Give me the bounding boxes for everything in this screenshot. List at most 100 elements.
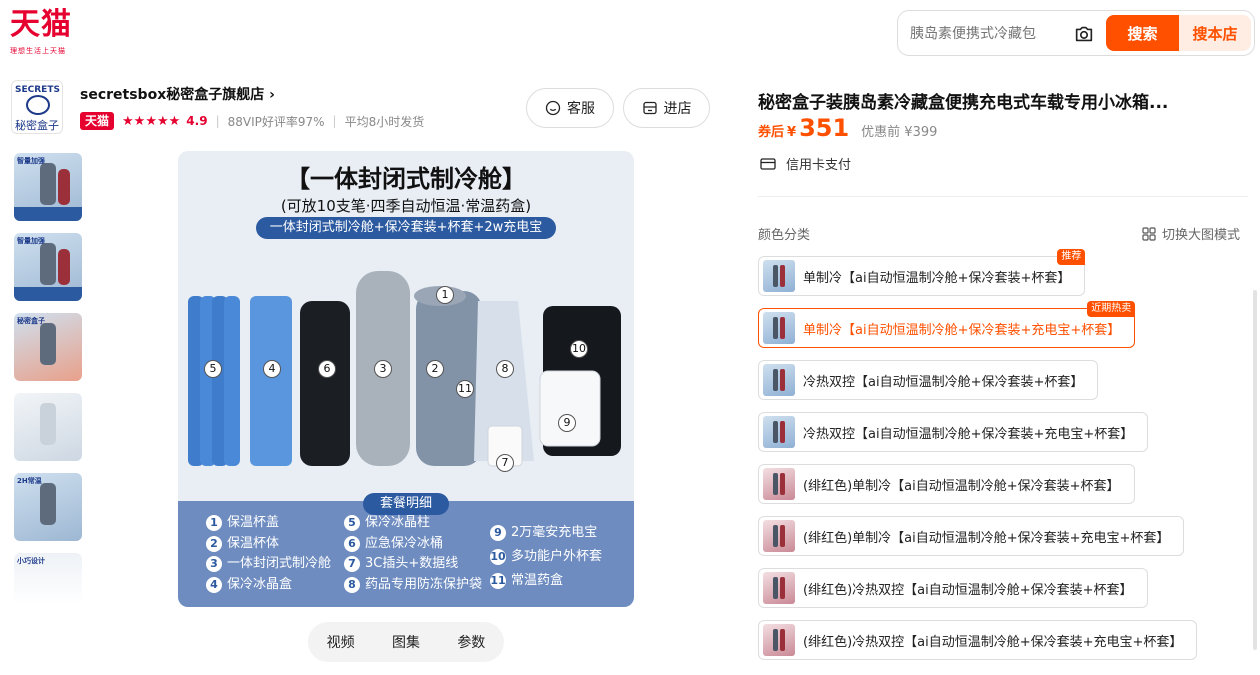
vip-rating: 88VIP好评率97% [227, 114, 325, 129]
list-item: 6 应急保冷冰桶 [344, 534, 482, 555]
product-number: 9 [558, 414, 576, 432]
list-item-number: 10 [490, 549, 506, 565]
product-number: 1 [436, 286, 454, 304]
enter-store-label: 进店 [663, 101, 692, 117]
sku-thumbnail [763, 416, 795, 448]
search-bar: 搜索 搜本店 [897, 10, 1255, 56]
product-number: 7 [496, 454, 514, 472]
payment-method: 信用卡支付 [760, 154, 851, 173]
package-details-title: 套餐明细 [363, 493, 449, 515]
product-number: 6 [318, 360, 336, 378]
thumbnail-band [14, 287, 82, 301]
main-product-image[interactable]: 【一体封闭式制冷舱】 (可放10支笔·四季自动恒温·常温药盒) 一体封闭式制冷舱… [178, 151, 634, 607]
list-item-number: 5 [344, 515, 360, 531]
list-item: 1 保温杯盖 [206, 513, 331, 534]
tmall-logo[interactable]: 天猫 理想生活上天猫 [10, 8, 80, 58]
search-button[interactable]: 搜索 [1106, 15, 1179, 51]
ice-box [250, 296, 292, 466]
thumbnail-6[interactable]: 小巧设计 [14, 553, 82, 605]
sku-thumbnail [763, 520, 795, 552]
list-item-number: 4 [206, 576, 222, 593]
list-item-number: 1 [206, 515, 222, 531]
product-number: 4 [263, 360, 281, 378]
list-item: 4 保冷冰晶盒 [206, 575, 331, 596]
list-item: 3 一体封闭式制冷舱 [206, 554, 331, 575]
store-logo-text-bottom: 秘密盒子 [15, 119, 59, 132]
list-item: 7 3C插头+数据线 [344, 554, 482, 575]
product-title: 秘密盒子装胰岛素冷藏盒便携充电式车载专用小冰箱... [758, 93, 1169, 113]
product-number: 10 [570, 340, 588, 358]
list-item-text: 一体封闭式制冷舱 [227, 556, 332, 571]
list-item-number: 6 [344, 535, 360, 552]
search-input[interactable] [910, 21, 1070, 47]
image-title: 【一体封闭式制冷舱】 [286, 165, 526, 193]
thumbnail-2[interactable]: 智量加强 [14, 233, 82, 301]
sku-tag: 近期热卖 [1087, 301, 1136, 317]
list-item: 2 保温杯体 [206, 534, 331, 555]
scrollbar[interactable] [1253, 290, 1257, 650]
payment-label: 信用卡支付 [786, 158, 852, 173]
product-number: 11 [456, 380, 474, 398]
thumbnail-4[interactable] [14, 393, 82, 461]
thumbnail-3[interactable]: 秘密盒子 [14, 313, 82, 381]
sku-option-4[interactable]: 冷热双控【ai自动恒温制冷舱+保冷套装+充电宝+杯套】 [758, 412, 1149, 452]
sku-option-5[interactable]: (绯红色)单制冷【ai自动恒温制冷舱+保冷套装+杯套】 [758, 464, 1135, 504]
sku-option-7[interactable]: (绯红色)冷热双控【ai自动恒温制冷舱+保冷套装+杯套】 [758, 568, 1148, 608]
image-subtitle: (可放10支笔·四季自动恒温·常温药盒) [280, 197, 532, 215]
search-store-button[interactable]: 搜本店 [1179, 15, 1251, 51]
product-number: 3 [374, 360, 392, 378]
product-number: 8 [496, 360, 514, 378]
list-item-text: 保冷冰晶柱 [365, 515, 431, 530]
thumbnail-product [58, 169, 70, 205]
thumbnail-1[interactable]: 智量加强 [14, 153, 82, 221]
sku-option-1[interactable]: 单制冷【ai自动恒温制冷舱+保冷套装+杯套】 推荐 [758, 249, 1086, 296]
price-symbol: ¥ [787, 125, 797, 140]
sku-label: (绯红色)单制冷【ai自动恒温制冷舱+保冷套装+充电宝+杯套】 [803, 530, 1170, 546]
media-tabs: 视频 图集 参数 [308, 622, 504, 662]
price-value: 351 [799, 114, 850, 142]
sku-thumbnail [763, 364, 795, 396]
cooling-cabin [416, 291, 482, 466]
list-item-number: 2 [206, 535, 222, 552]
tab-gallery[interactable]: 图集 [392, 632, 420, 652]
list-item: 5 保冷冰晶柱 [344, 513, 482, 534]
customer-service-button[interactable]: 客服 [526, 88, 614, 128]
tab-params[interactable]: 参数 [457, 632, 485, 652]
thumbnail-product [40, 483, 56, 525]
sku-section-title: 颜色分类 [758, 228, 811, 243]
store-logo[interactable]: SECRETS 秘密盒子 [11, 80, 63, 134]
sku-label: 单制冷【ai自动恒温制冷舱+保冷套装+杯套】 [803, 270, 1071, 286]
sku-option-2[interactable]: 单制冷【ai自动恒温制冷舱+保冷套装+充电宝+杯套】 近期热卖 [758, 301, 1136, 348]
original-price: 优惠前 ¥399 [861, 125, 938, 140]
store-name-link[interactable]: secretsbox秘密盒子旗舰店 › [80, 84, 275, 104]
power-bank [539, 370, 601, 447]
list-item-number: 8 [344, 576, 360, 593]
sku-label: (绯红色)单制冷【ai自动恒温制冷舱+保冷套装+杯套】 [803, 478, 1120, 494]
list-item-text: 应急保冷冰桶 [365, 535, 444, 551]
sku-label: (绯红色)冷热双控【ai自动恒温制冷舱+保冷套装+充电宝+杯套】 [803, 634, 1183, 650]
sku-label: 单制冷【ai自动恒温制冷舱+保冷套装+充电宝+杯套】 [803, 322, 1121, 338]
toggle-label: 切换大图模式 [1162, 228, 1241, 243]
thumbnail-product [40, 323, 56, 365]
list-item-number: 3 [206, 556, 222, 572]
list-item-text: 多功能户外杯套 [511, 549, 603, 564]
enter-store-button[interactable]: 进店 [623, 88, 710, 128]
tab-video[interactable]: 视频 [327, 632, 355, 652]
tmall-badge: 天猫 [80, 112, 115, 130]
product-number: 2 [426, 360, 444, 378]
rating-stars: ★★★★★ [122, 113, 181, 129]
camera-icon[interactable] [1073, 23, 1095, 45]
store-logo-mark [26, 95, 50, 115]
package-list-col-1: 1 保温杯盖 2 保温杯体 3 一体封闭式制冷舱 4 保冷冰晶盒 [206, 513, 331, 595]
store-rating-row: 天猫 ★★★★★ 4.9 | 88VIP好评率97% | 平均8小时发货 [80, 112, 424, 130]
toggle-large-image-mode[interactable]: 切换大图模式 [1142, 224, 1240, 243]
product-illustration [188, 271, 621, 467]
sku-option-3[interactable]: 冷热双控【ai自动恒温制冷舱+保冷套装+杯套】 [758, 360, 1099, 400]
logo-tagline: 理想生活上天猫 [10, 47, 66, 55]
sku-option-8[interactable]: (绯红色)冷热双控【ai自动恒温制冷舱+保冷套装+充电宝+杯套】 [758, 620, 1198, 660]
thumbnail-5[interactable]: 2H常温 [14, 473, 82, 541]
divider: | [215, 114, 220, 128]
list-item-text: 保温杯体 [227, 535, 280, 551]
thumbnail-product [40, 403, 56, 445]
sku-option-6[interactable]: (绯红色)单制冷【ai自动恒温制冷舱+保冷套装+充电宝+杯套】 [758, 516, 1185, 556]
